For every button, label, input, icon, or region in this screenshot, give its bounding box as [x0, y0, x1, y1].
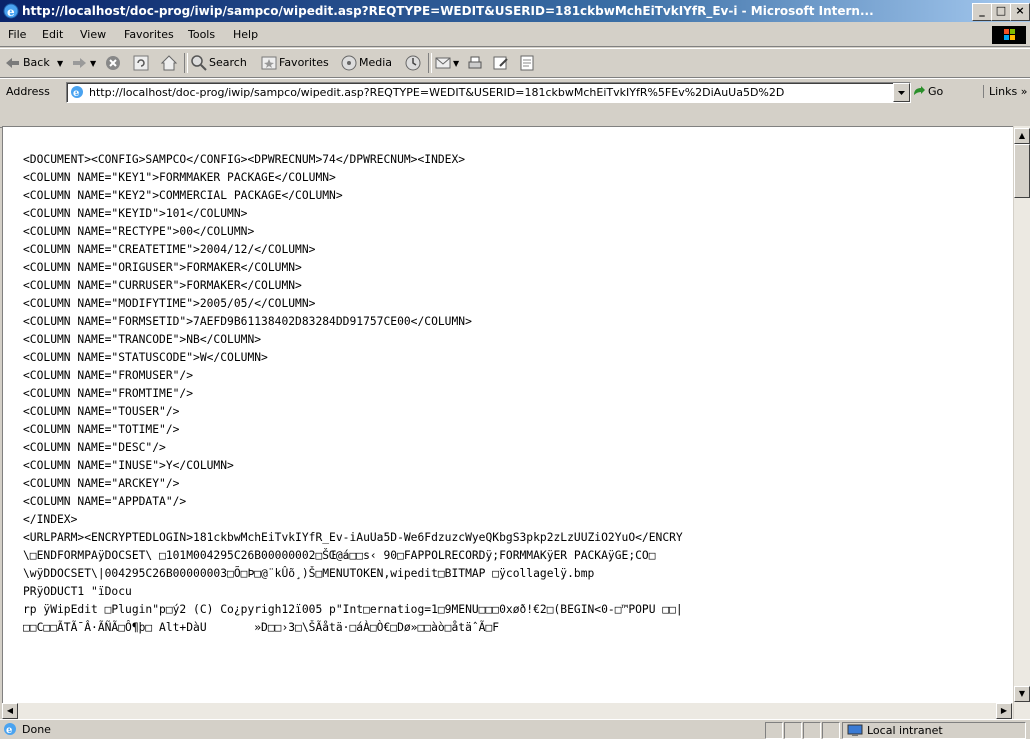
print-icon[interactable]	[466, 54, 484, 72]
document-line: <COLUMN NAME="TRANCODE">NB</COLUMN>	[23, 333, 262, 346]
document-line: <COLUMN NAME="KEY1">FORMMAKER PACKAGE</C…	[23, 171, 336, 184]
scroll-up-button[interactable]: ▲	[1014, 128, 1030, 144]
security-zone: Local intranet	[842, 722, 1026, 739]
document-line: <COLUMN NAME="KEYID">101</COLUMN>	[23, 207, 248, 220]
windows-logo-icon	[992, 26, 1026, 44]
scroll-left-button[interactable]: ◀	[2, 703, 18, 719]
scroll-down-button[interactable]: ▼	[1014, 686, 1030, 702]
scroll-thumb[interactable]	[1014, 144, 1030, 198]
status-pane	[784, 722, 802, 739]
svg-text:e: e	[7, 5, 15, 19]
svg-text:e: e	[6, 725, 12, 736]
refresh-icon[interactable]	[132, 54, 150, 72]
document-line: PRÿODUCT1 "ïDocu	[23, 585, 132, 598]
menu-view[interactable]: View	[80, 28, 106, 41]
document-line: <COLUMN NAME="FROMTIME"/>	[23, 387, 194, 400]
vertical-scrollbar[interactable]: ▲ ▼	[1013, 126, 1030, 720]
links-button[interactable]: Links »	[983, 85, 1027, 98]
address-bar: Address e http://localhost/doc-prog/iwip…	[0, 78, 1030, 128]
document-line: \wÿDDOCSET\|004295C26B00000003□Õ□Þ□@¨kÛõ…	[23, 567, 595, 580]
favorites-button[interactable]: Favorites	[279, 56, 329, 69]
discuss-icon[interactable]	[518, 54, 536, 72]
document-line: <COLUMN NAME="CREATETIME">2004/12/</COLU…	[23, 243, 316, 256]
document-line: </INDEX>	[23, 513, 78, 526]
document-line: <COLUMN NAME="ORIGUSER">FORMAKER</COLUMN…	[23, 261, 302, 274]
favorites-icon	[261, 56, 277, 70]
menu-edit[interactable]: Edit	[42, 28, 63, 41]
document-line: <COLUMN NAME="APPDATA"/>	[23, 495, 187, 508]
mail-icon[interactable]	[434, 54, 452, 72]
page-icon: e	[71, 86, 83, 99]
document-line: <COLUMN NAME="DESC"/>	[23, 441, 166, 454]
forward-dropdown-icon[interactable]: ▼	[90, 59, 96, 68]
search-icon	[191, 55, 207, 71]
close-button[interactable]: ×	[1010, 3, 1030, 21]
go-button[interactable]: Go	[928, 85, 943, 98]
xml-document: <DOCUMENT><CONFIG>SAMPCO</CONFIG><DPWREC…	[23, 151, 993, 637]
status-pane	[803, 722, 821, 739]
media-button[interactable]: Media	[359, 56, 392, 69]
page-content: <DOCUMENT><CONFIG>SAMPCO</CONFIG><DPWREC…	[2, 126, 1015, 718]
address-label: Address	[6, 85, 50, 98]
page-status-icon: e	[4, 723, 16, 736]
horizontal-scrollbar[interactable]: ◀ ▶	[2, 703, 1013, 719]
document-line: <DOCUMENT><CONFIG>SAMPCO</CONFIG><DPWREC…	[23, 153, 466, 166]
toolbar-separator	[184, 53, 188, 73]
document-line: rp ÿWipEdit □Plugin"p□ý2 (C) Co¿pyrigh12…	[23, 603, 683, 616]
search-button[interactable]: Search	[209, 56, 247, 69]
window-title: http://localhost/doc-prog/iwip/sampco/wi…	[22, 4, 874, 18]
svg-text:e: e	[73, 88, 79, 99]
security-zone-label: Local intranet	[867, 724, 943, 737]
document-line: <URLPARM><ENCRYPTEDLOGIN>181ckbwMchEiTvk…	[23, 531, 683, 544]
standard-toolbar: Back ▼ ▼ Search Favorites Media ▼	[0, 48, 1030, 78]
media-icon	[341, 55, 357, 71]
stop-icon[interactable]	[104, 54, 122, 72]
address-input[interactable]: e http://localhost/doc-prog/iwip/sampco/…	[66, 82, 911, 103]
toolbar-separator	[428, 53, 432, 73]
document-line: <COLUMN NAME="CURRUSER">FORMAKER</COLUMN…	[23, 279, 302, 292]
maximize-button[interactable]: □	[991, 3, 1011, 21]
document-line: <COLUMN NAME="FROMUSER"/>	[23, 369, 194, 382]
document-line: <COLUMN NAME="ARCKEY"/>	[23, 477, 180, 490]
back-dropdown-icon[interactable]: ▼	[57, 59, 63, 68]
back-button[interactable]: Back	[23, 56, 50, 69]
document-line: <COLUMN NAME="INUSE">Y</COLUMN>	[23, 459, 234, 472]
back-arrow-icon	[6, 58, 19, 68]
document-line: <COLUMN NAME="TOUSER"/>	[23, 405, 180, 418]
menu-help[interactable]: Help	[233, 28, 258, 41]
address-dropdown-icon[interactable]	[893, 83, 910, 102]
menu-favorites[interactable]: Favorites	[124, 28, 174, 41]
home-icon[interactable]	[160, 54, 178, 72]
status-text: Done	[22, 723, 51, 736]
document-line: <COLUMN NAME="FORMSETID">7AEFD9B61138402…	[23, 315, 472, 328]
edit-icon[interactable]	[492, 54, 510, 72]
minimize-button[interactable]: _	[972, 3, 992, 21]
ie-logo-icon: e	[3, 3, 19, 19]
status-pane	[822, 722, 840, 739]
mail-dropdown-icon[interactable]: ▼	[453, 59, 459, 68]
address-url: http://localhost/doc-prog/iwip/sampco/wi…	[89, 86, 785, 99]
document-line: <COLUMN NAME="KEY2">COMMERCIAL PACKAGE</…	[23, 189, 343, 202]
document-line: <COLUMN NAME="STATUSCODE">W</COLUMN>	[23, 351, 268, 364]
document-line: <COLUMN NAME="RECTYPE">00</COLUMN>	[23, 225, 255, 238]
document-line: <COLUMN NAME="TOTIME"/>	[23, 423, 180, 436]
scroll-right-button[interactable]: ▶	[996, 703, 1012, 719]
document-line: □□C□□ÃTÃ¯Â·ÃÑÃ□Ô¶þ□ Alt+DàU »D□□›3□\ŠÃåt…	[23, 621, 500, 634]
document-line: \□ENDFORMPAÿDOCSET\ □101M004295C26B00000…	[23, 549, 656, 562]
status-pane	[765, 722, 783, 739]
menu-bar: File Edit View Favorites Tools Help	[0, 24, 1030, 47]
status-bar: e Done Local intranet	[0, 719, 1030, 739]
forward-arrow-icon[interactable]	[70, 54, 88, 72]
history-icon[interactable]	[404, 54, 422, 72]
document-line: <COLUMN NAME="MODIFYTIME">2005/05/</COLU…	[23, 297, 316, 310]
local-intranet-icon	[847, 724, 863, 736]
go-arrow-icon[interactable]	[912, 85, 926, 99]
menu-file[interactable]: File	[8, 28, 26, 41]
title-bar: e http://localhost/doc-prog/iwip/sampco/…	[0, 0, 1030, 22]
menu-tools[interactable]: Tools	[188, 28, 215, 41]
